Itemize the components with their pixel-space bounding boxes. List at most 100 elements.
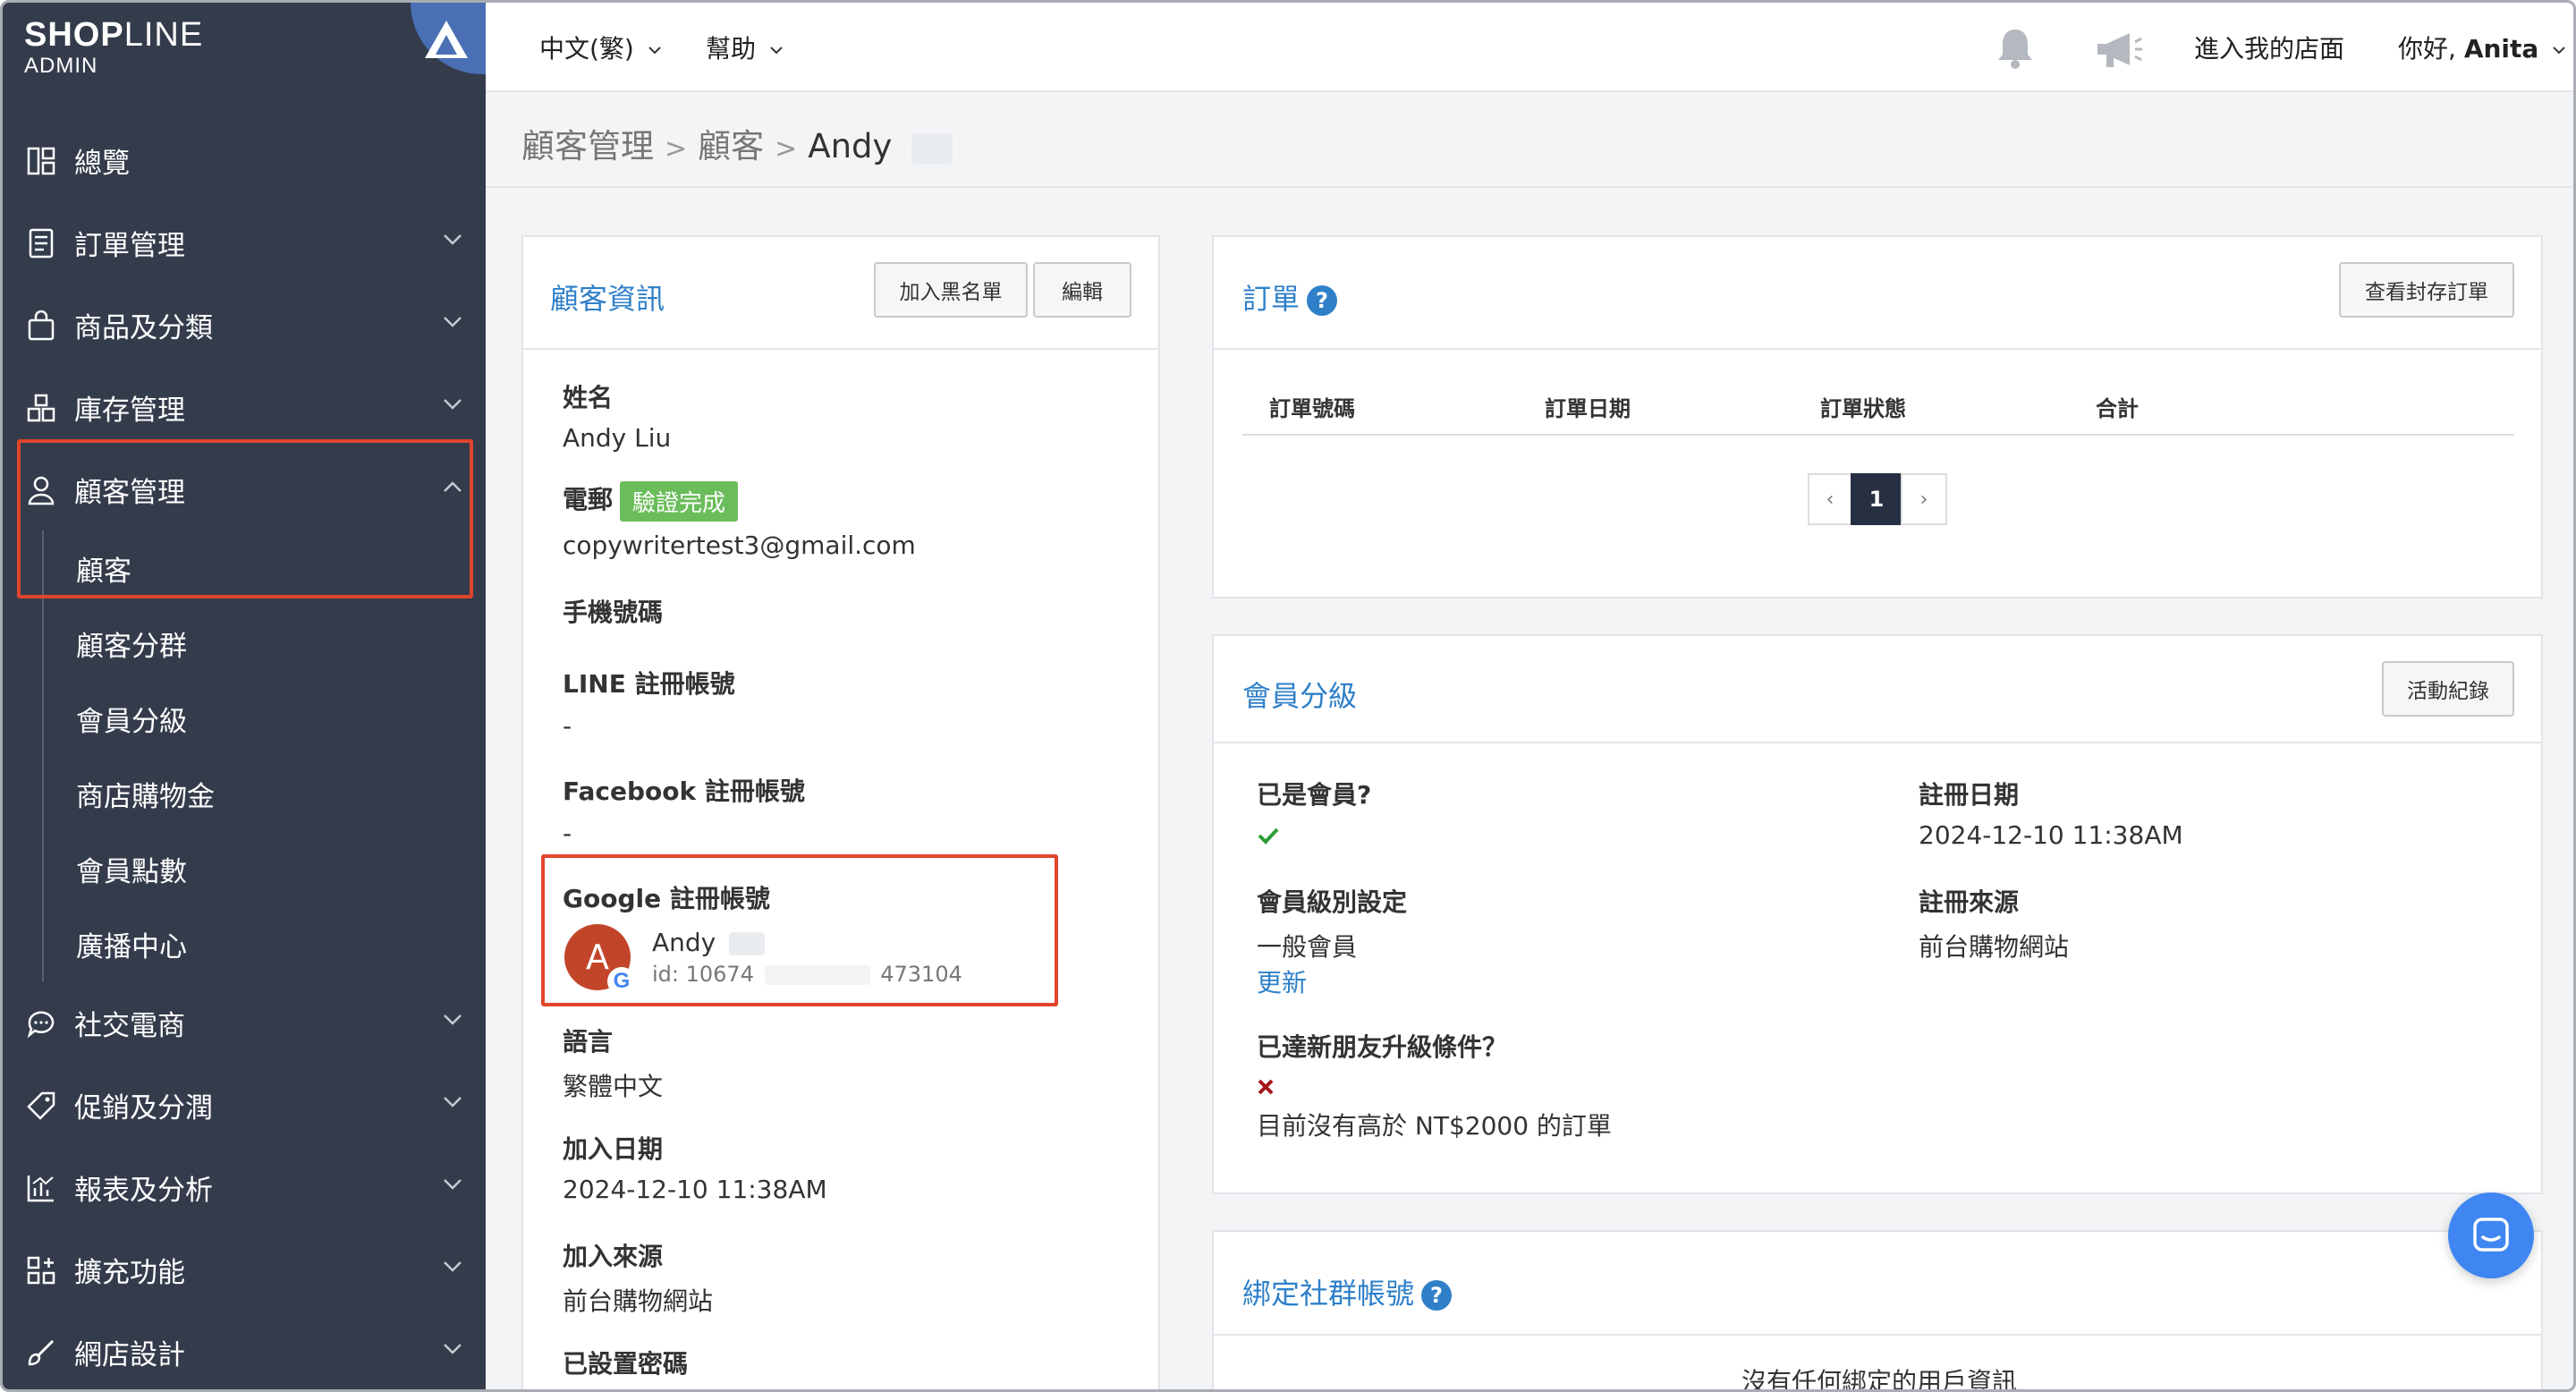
- app-switcher-badge[interactable]: [411, 3, 486, 74]
- pager-prev-button[interactable]: ‹: [1808, 473, 1852, 525]
- chevron-down-icon: [444, 1014, 462, 1025]
- chevron-down-icon: [770, 47, 783, 55]
- chevron-down-icon: [444, 1097, 462, 1108]
- sidebar-item-label: 社交電商: [74, 1009, 185, 1042]
- activity-log-button[interactable]: 活動紀錄: [2382, 661, 2514, 717]
- sidebar-subitem-segments[interactable]: 顧客分群: [3, 606, 486, 681]
- verified-badge: 驗證完成: [620, 480, 739, 522]
- help-label: 幫助: [706, 34, 757, 64]
- tag-icon: [27, 1091, 55, 1120]
- breadcrumb-customers[interactable]: 顧客: [698, 127, 764, 166]
- greeting-text: 你好,: [2398, 34, 2456, 64]
- email-label: 電郵: [563, 485, 614, 514]
- breadcrumb-customer-management[interactable]: 顧客管理: [521, 127, 654, 166]
- add-to-blacklist-button[interactable]: 加入黑名單: [874, 262, 1028, 318]
- user-menu[interactable]: 你好, Anita: [2398, 30, 2566, 65]
- chevron-down-icon: [444, 1344, 462, 1354]
- join-date-value: 2024-12-10 11:38AM: [563, 1175, 827, 1204]
- customer-info-title: 顧客資訊: [550, 282, 665, 316]
- sidebar-subitem-member-points[interactable]: 會員點數: [3, 831, 486, 906]
- sidebar-item-label: 總覽: [74, 147, 130, 180]
- sidebar-subitem-label: 會員點數: [76, 855, 187, 888]
- chevron-down-icon: [444, 399, 462, 410]
- sidebar-subitem-store-credits[interactable]: 商店購物金: [3, 756, 486, 831]
- facebook-label: Facebook 註冊帳號: [563, 777, 805, 806]
- logo-text-bold: SHOP: [24, 16, 124, 54]
- phone-label: 手機號碼: [563, 598, 664, 627]
- customer-info-card: [521, 235, 1160, 1389]
- visit-store-link[interactable]: 進入我的店面: [2194, 30, 2344, 65]
- sidebar-item-promotions[interactable]: 促銷及分潤: [3, 1064, 486, 1146]
- upgrade-condition-label: 已達新朋友升級條件？: [1257, 1032, 1508, 1062]
- column-total: 合計: [2096, 396, 2139, 421]
- edit-button[interactable]: 編輯: [1033, 262, 1131, 318]
- social-binding-title-row: 綁定社群帳號?: [1242, 1271, 1453, 1312]
- sidebar-item-products[interactable]: 商品及分類: [3, 284, 486, 366]
- sidebar: SHOPLINE ADMIN 總覽 訂單管理 商品及分類 庫存管理 顧客管理 顧…: [3, 3, 486, 1389]
- facebook-value: -: [563, 819, 572, 848]
- social-binding-title: 綁定社群帳號: [1242, 1277, 1415, 1311]
- tier-setting-label: 會員級別設定: [1257, 887, 1408, 917]
- sidebar-subitem-membership-tiers[interactable]: 會員分級: [3, 681, 486, 756]
- brush-icon: [28, 1339, 55, 1366]
- sidebar-item-label: 商品及分類: [74, 311, 213, 344]
- megaphone-icon[interactable]: [2094, 30, 2144, 71]
- register-source-value: 前台購物網站: [1919, 932, 2070, 962]
- help-dropdown[interactable]: 幫助: [706, 30, 784, 65]
- shopline-logo[interactable]: SHOPLINE ADMIN: [24, 15, 203, 78]
- table-header-divider: [1242, 434, 2514, 436]
- chevron-down-icon: [444, 234, 462, 245]
- sidebar-item-reports[interactable]: 報表及分析: [3, 1146, 486, 1228]
- sidebar-item-label: 網店設計: [74, 1338, 185, 1371]
- mountain-logo-icon: [425, 21, 468, 58]
- chat-bubble-icon: [27, 1011, 55, 1039]
- inventory-icon: [27, 394, 55, 422]
- chart-icon: [27, 1176, 54, 1202]
- line-value: -: [563, 711, 572, 741]
- is-member-label: 已是會員?: [1257, 780, 1372, 810]
- language-label: 中文(繁): [539, 34, 634, 64]
- top-bar: 中文(繁) 幫助 進入我的店面 你好, Anita: [486, 3, 2573, 92]
- app-window: SHOPLINE ADMIN 總覽 訂單管理 商品及分類 庫存管理 顧客管理 顧…: [0, 0, 2576, 1392]
- sidebar-item-label: 訂單管理: [74, 229, 185, 262]
- language-dropdown[interactable]: 中文(繁): [539, 30, 662, 65]
- apps-icon: [27, 1256, 55, 1285]
- view-archived-orders-button[interactable]: 查看封存訂單: [2339, 262, 2514, 318]
- breadcrumb-separator: >: [775, 133, 798, 165]
- support-chat-button[interactable]: [2448, 1193, 2534, 1278]
- sidebar-item-inventory[interactable]: 庫存管理: [3, 366, 486, 448]
- chevron-down-icon: [648, 47, 661, 55]
- orders-title-row: 訂單?: [1242, 276, 1338, 318]
- help-circle-icon[interactable]: ?: [1421, 1280, 1453, 1311]
- sidebar-item-apps[interactable]: 擴充功能: [3, 1228, 486, 1311]
- check-icon: [1258, 828, 1279, 845]
- chevron-down-icon: [2553, 47, 2565, 55]
- chat-icon: [2473, 1218, 2509, 1252]
- password-set-label: 已設置密碼: [563, 1349, 689, 1379]
- sidebar-item-social-commerce[interactable]: 社交電商: [3, 981, 486, 1064]
- update-tier-link[interactable]: 更新: [1257, 963, 1307, 999]
- sidebar-subitem-label: 顧客分群: [76, 630, 187, 663]
- language-label-field: 語言: [563, 1027, 614, 1057]
- sidebar-subitem-broadcast[interactable]: 廣播中心: [3, 906, 486, 981]
- sidebar-item-orders[interactable]: 訂單管理: [3, 201, 486, 284]
- register-date-value: 2024-12-10 11:38AM: [1919, 820, 2183, 850]
- tier-value: 一般會員: [1257, 932, 1358, 962]
- breadcrumb-divider: [486, 186, 2573, 188]
- pager-page-button[interactable]: 1: [1851, 473, 1902, 525]
- sidebar-item-store-design[interactable]: 網店設計: [3, 1311, 486, 1389]
- register-source-label: 註冊來源: [1919, 887, 2020, 917]
- bell-icon[interactable]: [1994, 26, 2037, 71]
- pager-next-button[interactable]: ›: [1901, 473, 1947, 525]
- sidebar-item-label: 庫存管理: [74, 394, 185, 427]
- email-value: copywritertest3@gmail.com: [563, 530, 916, 560]
- card-header: [1214, 636, 2541, 743]
- cross-icon: [1258, 1079, 1274, 1095]
- chevron-down-icon: [444, 1261, 462, 1272]
- sidebar-item-label: 促銷及分潤: [74, 1091, 213, 1125]
- breadcrumb: 顧客管理 > 顧客 > Andy: [521, 119, 953, 167]
- column-order-number: 訂單號碼: [1269, 396, 1355, 421]
- column-order-date: 訂單日期: [1545, 396, 1631, 421]
- sidebar-item-overview[interactable]: 總覽: [3, 119, 486, 201]
- help-circle-icon[interactable]: ?: [1307, 285, 1338, 316]
